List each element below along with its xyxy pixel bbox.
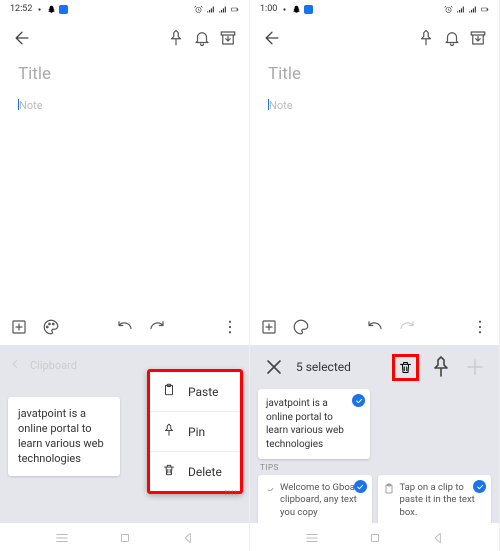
nav-recent-icon[interactable]: [55, 530, 69, 544]
nav-recent-icon[interactable]: [305, 530, 319, 544]
signal2-icon: [218, 5, 227, 14]
add-box-icon[interactable]: [10, 318, 28, 336]
clipboard-icon: [162, 383, 176, 400]
status-time: 12:52: [10, 4, 32, 14]
bottom-toolbar: [250, 309, 499, 345]
clip-text: javatpoint is a online portal to learn v…: [266, 398, 344, 450]
gear-icon: [35, 5, 44, 14]
battery-icon: [230, 5, 239, 14]
status-bar: 1:00: [250, 0, 499, 18]
tips-row: Welcome to Gboard clipboard, any text yo…: [258, 475, 491, 523]
nav-home-icon[interactable]: [118, 530, 132, 544]
snap-icon: [292, 5, 301, 14]
title-placeholder: Title: [18, 64, 231, 84]
tip-text: Welcome to Gboard clipboard, any text yo…: [280, 482, 363, 518]
phone-left: 12:52 Title Note: [0, 0, 250, 551]
note-placeholder: Note: [19, 99, 43, 112]
checkmark-icon: [354, 480, 367, 493]
nav-back-icon[interactable]: [431, 530, 445, 544]
signal-icon: [456, 5, 465, 14]
menu-pin-label: Pin: [188, 425, 205, 439]
pin-icon[interactable]: [417, 29, 435, 47]
signal2-icon: [468, 5, 477, 14]
pushpin-icon: [162, 423, 176, 440]
bottom-toolbar: [0, 309, 249, 345]
alarm-icon: [444, 5, 453, 14]
context-menu: Paste Pin Delete: [147, 369, 243, 494]
close-button[interactable]: [262, 355, 286, 379]
back-button[interactable]: [262, 28, 282, 48]
title-field[interactable]: Title: [250, 58, 499, 90]
more-icon[interactable]: [221, 318, 239, 336]
clipboard-panel: 5 selected javatpoint is a online portal…: [250, 345, 499, 523]
signal-icon: [206, 5, 215, 14]
nav-home-icon[interactable]: [368, 530, 382, 544]
clipboard-small-icon: [383, 483, 395, 495]
title-placeholder: Title: [268, 64, 481, 84]
nav-back-icon[interactable]: [181, 530, 195, 544]
clipboard-panel: Clipboard javatpoint is a online portal …: [0, 345, 249, 523]
status-time: 1:00: [260, 4, 277, 14]
clip-text: javatpoint is a online portal to learn v…: [18, 407, 104, 465]
clipboard-entry[interactable]: javatpoint is a online portal to learn v…: [8, 397, 120, 476]
nav-bar: [0, 523, 249, 551]
palette-icon[interactable]: [42, 318, 60, 336]
undo-icon[interactable]: [366, 318, 384, 336]
tips-heading: TIPS: [260, 463, 491, 472]
reminder-icon[interactable]: [443, 29, 461, 47]
menu-paste-label: Paste: [188, 385, 219, 399]
app-bar: [0, 18, 249, 58]
gear-icon: [280, 5, 289, 14]
snap-icon: [47, 5, 56, 14]
back-button[interactable]: [12, 28, 32, 48]
redo-icon: [398, 318, 416, 336]
menu-delete-label: Delete: [188, 465, 222, 479]
nav-bar: [250, 523, 499, 551]
status-bar: 12:52: [0, 0, 249, 18]
checkmark-icon: [473, 480, 486, 493]
clipboard-entry[interactable]: javatpoint is a online portal to learn v…: [258, 389, 370, 459]
palette-icon[interactable]: [292, 318, 310, 336]
archive-icon[interactable]: [469, 29, 487, 47]
app-bar: [250, 18, 499, 58]
note-field[interactable]: Note: [250, 90, 499, 309]
checkmark-icon: [352, 394, 365, 407]
battery-icon: [480, 5, 489, 14]
pin-icon[interactable]: [167, 29, 185, 47]
add-box-icon[interactable]: [260, 318, 278, 336]
tip-text: Tap on a clip to paste it in the text bo…: [400, 482, 475, 518]
tip-card[interactable]: Welcome to Gboard clipboard, any text yo…: [258, 475, 372, 523]
delete-selected-button[interactable]: [392, 354, 419, 381]
pin-selected-button[interactable]: [429, 355, 453, 379]
app-icon: [59, 5, 68, 14]
alarm-icon: [194, 5, 203, 14]
redo-icon[interactable]: [148, 318, 166, 336]
tip-card[interactable]: Tap on a clip to paste it in the text bo…: [378, 475, 492, 523]
add-clip-button: [463, 355, 487, 379]
title-field[interactable]: Title: [0, 58, 249, 90]
note-placeholder: Note: [269, 99, 293, 112]
undo-icon[interactable]: [116, 318, 134, 336]
keyboard-handle-icon[interactable]: [223, 483, 239, 493]
phone-right: 1:00 Title Note: [250, 0, 500, 551]
trash-icon: [162, 463, 176, 480]
menu-paste[interactable]: Paste: [150, 372, 240, 411]
menu-pin[interactable]: Pin: [150, 411, 240, 451]
note-field[interactable]: Note: [0, 90, 249, 309]
archive-icon[interactable]: [219, 29, 237, 47]
selection-bar: 5 selected: [258, 351, 491, 383]
more-icon[interactable]: [471, 318, 489, 336]
selection-count: 5 selected: [296, 360, 382, 374]
reminder-icon[interactable]: [193, 29, 211, 47]
link-icon: [263, 483, 275, 495]
app-icon: [304, 5, 313, 14]
